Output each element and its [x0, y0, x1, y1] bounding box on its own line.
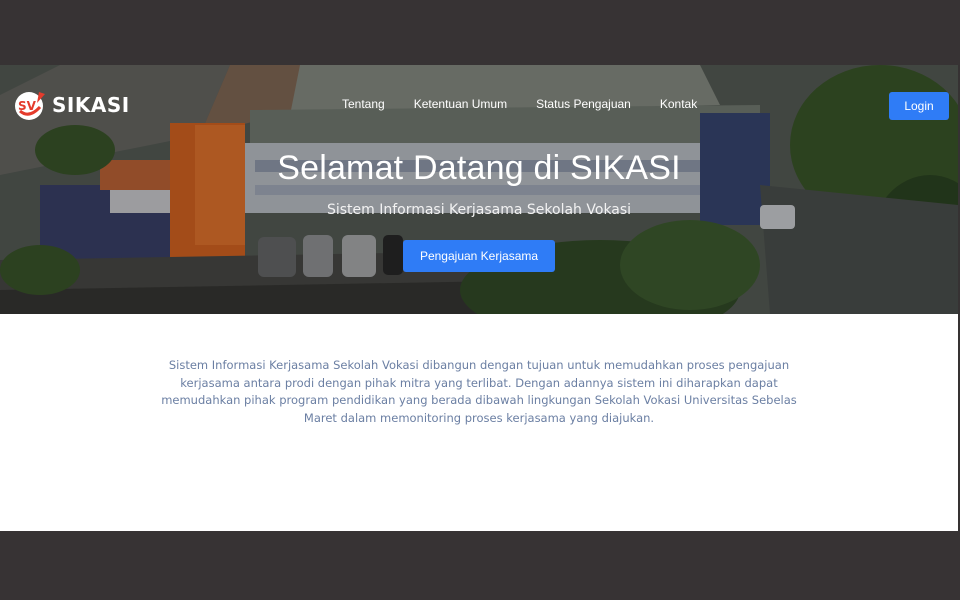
sv-logo-icon: SV — [15, 92, 45, 120]
page: SV SIKASI Tentang Ketentuan Umum Status … — [0, 65, 958, 531]
nav-link-tentang[interactable]: Tentang — [342, 97, 385, 111]
pengajuan-kerjasama-button[interactable]: Pengajuan Kerjasama — [403, 240, 555, 272]
brand[interactable]: SV SIKASI — [12, 89, 130, 121]
brand-name: SIKASI — [52, 93, 130, 117]
nav-link-kontak[interactable]: Kontak — [660, 97, 697, 111]
hero-subtitle: Sistem Informasi Kerjasama Sekolah Vokas… — [326, 202, 632, 218]
nav-link-status-pengajuan[interactable]: Status Pengajuan — [536, 97, 631, 111]
nav-link-ketentuan-umum[interactable]: Ketentuan Umum — [414, 97, 507, 111]
brand-logo-text: SV — [18, 99, 37, 113]
bottom-backdrop — [0, 531, 960, 600]
navbar: SV SIKASI Tentang Ketentuan Umum Status … — [0, 85, 958, 125]
nav-links: Tentang Ketentuan Umum Status Pengajuan … — [342, 97, 726, 111]
hero-title: Selamat Datang di SIKASI — [277, 149, 681, 187]
about-description: Sistem Informasi Kerjasama Sekolah Vokas… — [161, 358, 797, 425]
hero-section: SV SIKASI Tentang Ketentuan Umum Status … — [0, 65, 958, 314]
login-button[interactable]: Login — [889, 92, 949, 120]
top-backdrop — [0, 0, 960, 65]
